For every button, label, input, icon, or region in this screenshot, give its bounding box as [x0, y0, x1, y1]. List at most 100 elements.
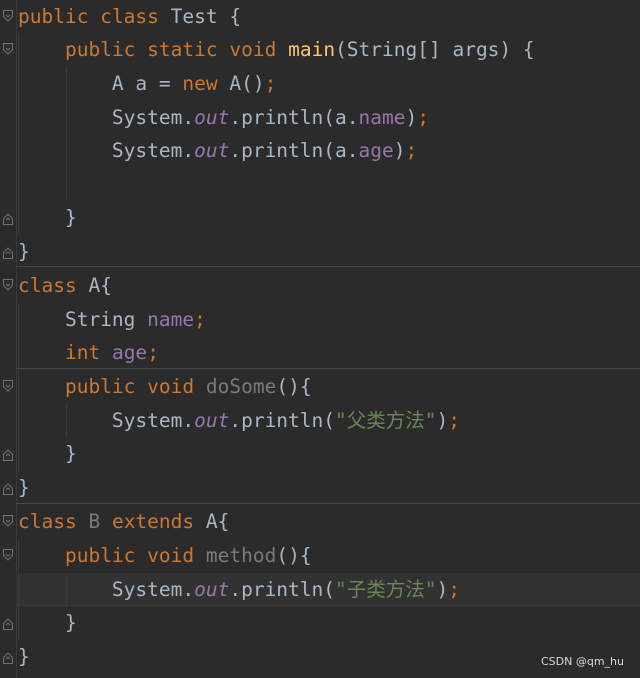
code-line[interactable]: } [18, 437, 77, 471]
fold-expanded-icon[interactable] [2, 9, 14, 23]
code-token: "父类方法" [335, 409, 437, 432]
fold-end-icon[interactable] [2, 246, 14, 260]
fold-expanded-icon[interactable] [2, 278, 14, 292]
code-line[interactable]: System.out.println(a.name); [18, 101, 429, 135]
code-token: ; [405, 139, 418, 162]
code-token: } [18, 611, 77, 634]
code-token: void [229, 38, 277, 61]
code-line[interactable]: } [18, 235, 30, 269]
code-token: class [100, 5, 159, 28]
code-token: extends [111, 510, 195, 533]
code-token: A a = [18, 72, 183, 95]
code-token: Test { [158, 5, 242, 28]
fold-end-icon[interactable] [2, 482, 14, 496]
fold-expanded-icon[interactable] [2, 379, 14, 393]
code-line[interactable]: System.out.println("子类方法"); [18, 573, 460, 607]
code-line[interactable]: public void method(){ [18, 539, 312, 573]
code-token: public [64, 38, 136, 61]
code-token: class [18, 274, 77, 297]
code-line[interactable]: System.out.println("父类方法"); [18, 404, 460, 438]
code-token: } [18, 206, 77, 229]
code-token: .println( [229, 578, 336, 601]
code-token: age [358, 139, 394, 162]
code-token: ) [436, 578, 449, 601]
code-line[interactable]: A a = new A(); [18, 67, 276, 101]
editor-gutter[interactable] [0, 0, 17, 678]
fold-end-icon[interactable] [2, 212, 14, 226]
fold-end-icon[interactable] [2, 448, 14, 462]
watermark: CSDN @qm_hu [541, 655, 624, 668]
code-token: new [182, 72, 218, 95]
code-token: name [358, 106, 406, 129]
fold-expanded-icon[interactable] [2, 42, 14, 56]
code-token: main [288, 38, 336, 61]
code-token: .println( [229, 409, 336, 432]
code-token: name [147, 308, 195, 331]
code-token: age [111, 341, 148, 364]
fold-end-icon[interactable] [2, 617, 14, 631]
code-line[interactable]: public void doSome(){ [18, 370, 312, 404]
code-token: } [18, 476, 30, 499]
code-editor[interactable]: public class Test { public static void m… [0, 0, 640, 678]
code-line[interactable]: } [18, 606, 77, 640]
code-token: public [64, 544, 136, 567]
code-token: ; [417, 106, 429, 129]
method-separator [16, 266, 640, 267]
code-line[interactable]: } [18, 640, 30, 674]
code-token: method [205, 544, 277, 567]
code-token: System. [18, 409, 195, 432]
code-line[interactable]: int age; [18, 336, 159, 370]
code-token: ) [405, 106, 418, 129]
code-line[interactable]: String name; [18, 303, 206, 337]
code-token: System. [18, 106, 195, 129]
code-token: A() [217, 72, 265, 95]
code-token: void [147, 544, 195, 567]
code-token: out [194, 409, 230, 432]
code-line[interactable]: } [18, 201, 77, 235]
code-token: .println(a. [229, 106, 359, 129]
code-token: out [194, 578, 230, 601]
code-token: System. [18, 578, 195, 601]
code-token: static [147, 38, 218, 61]
code-token: ) [393, 139, 406, 162]
code-token: .println(a. [229, 139, 359, 162]
code-token: String [18, 308, 148, 331]
fold-expanded-icon[interactable] [2, 548, 14, 562]
code-token: (){ [276, 544, 312, 567]
code-token: ; [194, 308, 206, 331]
code-line[interactable]: public static void main(String[] args) { [18, 33, 535, 67]
code-token: ) [436, 409, 449, 432]
code-token: ; [147, 341, 159, 364]
code-token: } [18, 442, 77, 465]
code-line[interactable]: } [18, 471, 30, 505]
code-line[interactable]: class B extends A{ [18, 505, 229, 539]
code-token: int [64, 341, 101, 364]
code-token: void [147, 375, 195, 398]
code-line[interactable]: public class Test { [18, 0, 241, 34]
fold-expanded-icon[interactable] [2, 514, 14, 528]
code-line[interactable]: System.out.println(a.age); [18, 134, 417, 168]
method-separator [16, 503, 640, 504]
code-token: A{ [194, 510, 230, 533]
code-token: B [88, 510, 101, 533]
code-token: A{ [76, 274, 112, 297]
code-token: (String[] args) { [335, 38, 535, 61]
code-token: out [194, 139, 230, 162]
fold-end-icon[interactable] [2, 651, 14, 665]
code-line[interactable]: class A{ [18, 269, 112, 303]
code-token: } [18, 645, 30, 668]
code-token: (){ [276, 375, 312, 398]
